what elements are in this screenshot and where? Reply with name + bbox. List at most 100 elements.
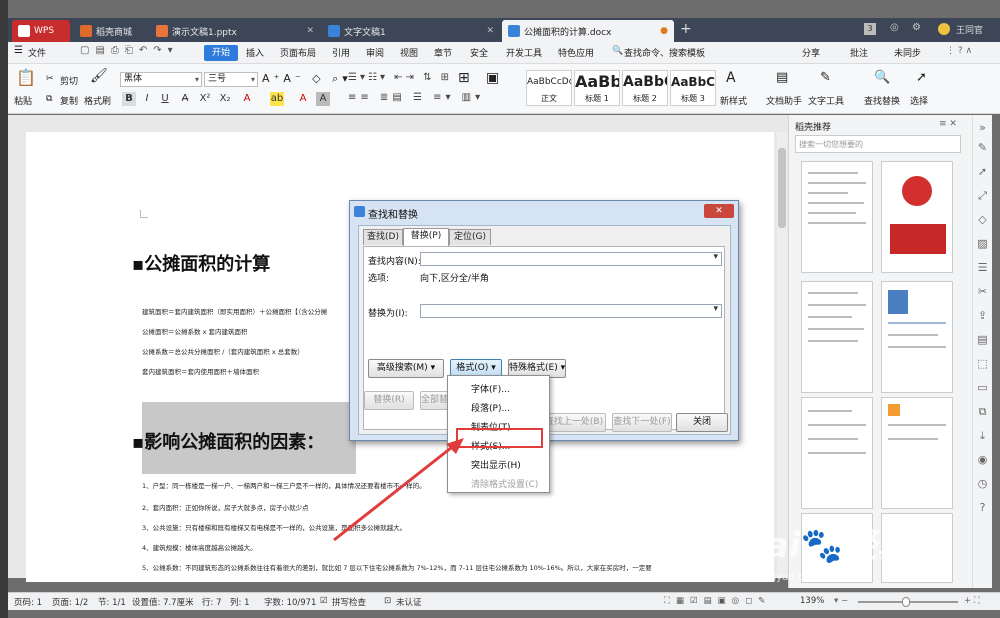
doc-line[interactable]: 套内建筑面积＝套内使用面积＋墙体面积 xyxy=(142,366,259,376)
paste-icon[interactable]: 📋 xyxy=(14,68,38,88)
doc-line[interactable]: 4、建筑规模：楼体高度越高公摊越大。 xyxy=(142,542,257,552)
export-icon[interactable]: ⬚ xyxy=(976,357,989,370)
menu-security[interactable]: 安全 xyxy=(470,46,488,59)
download-icon[interactable]: ⤓ xyxy=(976,429,989,442)
style-heading-1[interactable]: AaBb 标题 1 xyxy=(574,70,620,106)
doc-line[interactable]: 公摊面积＝公摊系数 x 套内建筑面积 xyxy=(142,326,247,336)
quick-access-icons[interactable]: ▢▤⎙⎗↶↷▾ xyxy=(80,45,179,56)
style-heading-2[interactable]: AaBbC 标题 2 xyxy=(622,70,668,106)
underline-icon[interactable]: U xyxy=(158,92,172,106)
find-next-button[interactable]: 查找下一处(F) xyxy=(612,413,672,432)
find-previous-button-visible[interactable]: 查找上一处(B) xyxy=(542,413,606,432)
template-thumbnail[interactable] xyxy=(881,281,953,393)
spell-check-button[interactable]: 拼写检查 xyxy=(332,596,366,608)
close-icon[interactable]: ✕ xyxy=(486,26,494,36)
skin-icon[interactable]: ◎ xyxy=(890,22,899,33)
globe-icon[interactable]: ◉ xyxy=(976,453,989,466)
close-button[interactable]: 关闭 xyxy=(676,413,728,432)
panel-search-input[interactable]: 搜索一切您想要的 xyxy=(795,135,961,153)
menu-item-font[interactable]: 字体(F)... xyxy=(471,382,510,395)
find-replace-button[interactable]: 查找替换 xyxy=(864,94,900,107)
status-word-count[interactable]: 字数: 10/971 xyxy=(264,596,316,608)
zoom-slider[interactable] xyxy=(858,597,958,607)
vertical-scrollbar[interactable] xyxy=(777,132,787,578)
settings-icon[interactable]: ⚙ xyxy=(912,22,921,33)
list-icons[interactable]: ☰▾☷▾ ⇤⇥ ⇅ ⊞ xyxy=(348,72,452,83)
panel-menu-icon[interactable]: ≡ ✕ xyxy=(939,119,957,129)
menu-view[interactable]: 视图 xyxy=(400,46,418,59)
new-style-button[interactable]: 新样式 xyxy=(720,94,747,107)
replace-input[interactable] xyxy=(420,304,722,318)
pointer-icon[interactable]: ➚ xyxy=(976,165,989,178)
zoom-in-icon[interactable]: + ⛶ xyxy=(964,596,980,606)
template-thumbnail[interactable] xyxy=(881,397,953,509)
collapse-icon[interactable]: » xyxy=(976,121,989,134)
hamburger-icon[interactable]: ☰ xyxy=(14,45,23,56)
heading-factors[interactable]: ▪影响公摊面积的因素： xyxy=(132,428,324,454)
adjust-icon[interactable]: ☰ xyxy=(976,261,989,274)
format-painter-button[interactable]: 格式刷 xyxy=(84,94,111,107)
shape-icon[interactable]: ◇ xyxy=(976,213,989,226)
style-heading-3[interactable]: AaBbC 标题 3 xyxy=(670,70,716,106)
template-thumbnail[interactable] xyxy=(881,161,953,273)
text-tools-button[interactable]: 文字工具 xyxy=(808,94,844,107)
advanced-search-button[interactable]: 高级搜索(M) ▾ xyxy=(368,359,444,378)
layers-icon[interactable]: ⧉ xyxy=(976,405,989,418)
char-shading-icon[interactable]: A xyxy=(316,92,330,106)
tab-goto[interactable]: 定位(G) xyxy=(449,229,491,245)
doc-assistant-button[interactable]: 文档助手 xyxy=(766,94,802,107)
doc-line[interactable]: 公摊系数＝总公共分摊面积 /（套内建筑面积 x 总套数） xyxy=(142,346,304,356)
tab-replace[interactable]: 替换(P) xyxy=(403,228,449,246)
transform-icon[interactable]: ⤢ xyxy=(976,189,989,202)
tab-wps[interactable]: WPS xyxy=(12,20,70,42)
box-icon[interactable]: ▭ xyxy=(976,381,989,394)
bold-icon[interactable]: B xyxy=(122,92,136,106)
menu-features[interactable]: 特色应用 xyxy=(558,46,594,59)
menu-references[interactable]: 引用 xyxy=(332,46,350,59)
share-button[interactable]: 分享 xyxy=(802,46,820,59)
auth-status[interactable]: 未认证 xyxy=(396,596,422,608)
tab-text-doc[interactable]: 文字文稿1 ✕ xyxy=(322,20,500,42)
menu-review[interactable]: 审阅 xyxy=(366,46,384,59)
menu-file[interactable]: 文件 xyxy=(28,46,46,59)
document-icon[interactable]: ▤ xyxy=(976,333,989,346)
doc-line[interactable]: 建筑面积＝套内建筑面积（即实用面积）＋公摊面积【（含公分摊 xyxy=(142,306,348,316)
sync-status[interactable]: 未同步 xyxy=(894,46,921,59)
template-thumbnail[interactable] xyxy=(801,281,873,393)
clock-icon[interactable]: ◷ xyxy=(976,477,989,490)
scrollbar-thumb[interactable] xyxy=(778,148,786,228)
menu-page-layout[interactable]: 页面布局 xyxy=(280,46,316,59)
zoom-out-icon[interactable]: ▾ − xyxy=(834,596,848,606)
tab-active-doc[interactable]: 公摊面积的计算.docx ● xyxy=(502,20,674,42)
font-size-select[interactable]: 三号 xyxy=(204,72,258,87)
tab-count-badge[interactable]: 3 xyxy=(864,23,876,35)
view-mode-icons[interactable]: ⛶▦☑▤▣◎◻✎ xyxy=(664,596,771,606)
superscript-icon[interactable]: X² xyxy=(198,92,212,106)
command-search[interactable]: 查找命令、搜索模板 xyxy=(624,46,705,59)
font-size-grow-shrink-icons[interactable]: A⁺A⁻ ◇ ⌕▾ xyxy=(262,72,352,86)
menu-dev-tools[interactable]: 开发工具 xyxy=(506,46,542,59)
align-icons[interactable]: ≡≡ ≣▤ ☰ ≡▾ ▥▾ xyxy=(348,92,484,103)
tools-icon[interactable]: ✂ xyxy=(976,285,989,298)
text-color-icon[interactable]: A xyxy=(296,92,310,106)
doc-line[interactable]: 2、套内面积：正如你所说，房子大就多点，房子小就少点 xyxy=(142,502,309,512)
template-thumbnail[interactable] xyxy=(801,161,873,273)
dialog-close-icon[interactable]: ✕ xyxy=(704,204,734,218)
doc-line[interactable]: 5、公摊系数：不同建筑形态的公摊系数往往有着很大的差别，就比如 7 层以下住宅公… xyxy=(142,562,702,572)
share-icon[interactable]: ⇪ xyxy=(976,309,989,322)
heading-shared-area-calc[interactable]: ▪公摊面积的计算 xyxy=(132,250,270,276)
new-tab-icon[interactable]: + xyxy=(680,21,692,37)
zoom-level[interactable]: 139% xyxy=(800,596,824,606)
cut-button[interactable]: 剪切 xyxy=(60,74,78,87)
comment-button[interactable]: 批注 xyxy=(850,46,868,59)
user-name[interactable]: 王同官 xyxy=(956,23,983,36)
menu-insert[interactable]: 插入 xyxy=(246,46,264,59)
tab-presentation[interactable]: 演示文稿1.pptx ✕ xyxy=(150,20,320,42)
menu-item-paragraph[interactable]: 段落(P)... xyxy=(471,401,510,414)
paste-button[interactable]: 粘贴 xyxy=(14,94,32,107)
replace-button[interactable]: 替换(R) xyxy=(364,391,414,410)
help-icon[interactable]: ? xyxy=(976,501,989,514)
pen-icon[interactable]: ✎ xyxy=(976,141,989,154)
strikethrough-icon[interactable]: A̶ xyxy=(178,92,192,106)
more-icons[interactable]: ⋮ ? ∧ xyxy=(946,46,972,56)
